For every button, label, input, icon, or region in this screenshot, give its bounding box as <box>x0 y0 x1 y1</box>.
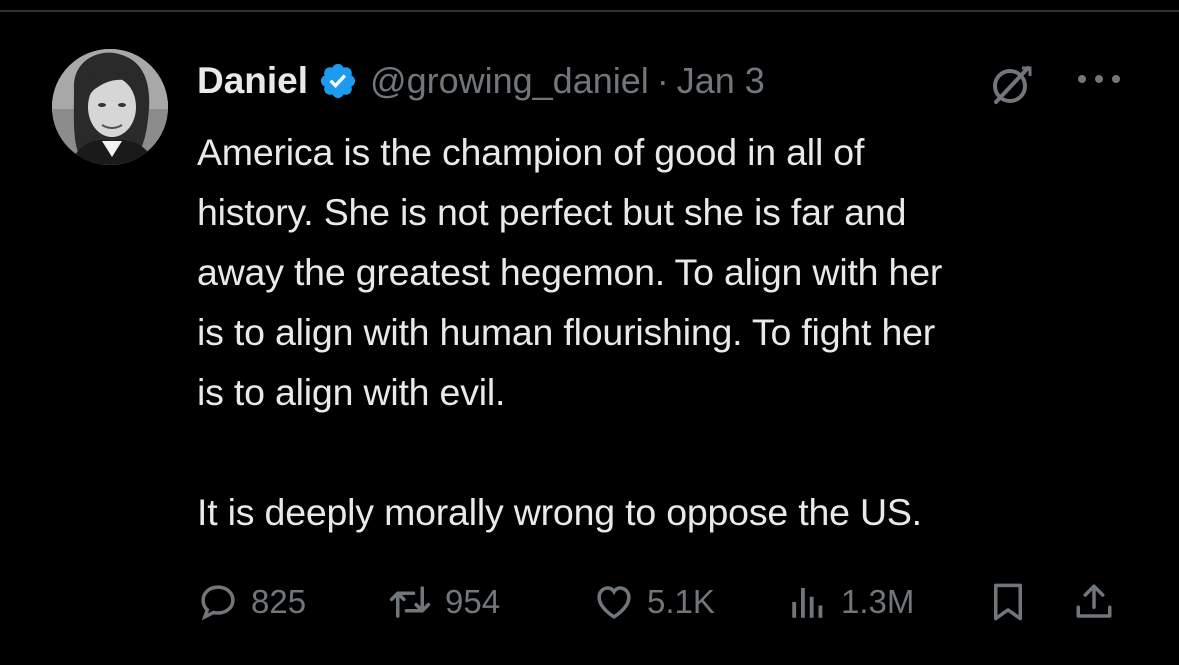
views-button[interactable]: 1.3M <box>787 577 914 627</box>
retweet-count: 954 <box>445 583 501 620</box>
reply-count: 825 <box>251 583 307 620</box>
author-handle[interactable]: @growing_daniel <box>370 60 649 102</box>
share-icon <box>1076 584 1112 618</box>
author-name[interactable]: Daniel <box>197 60 308 102</box>
views-count: 1.3M <box>841 583 915 620</box>
header-separator: · <box>656 60 669 101</box>
like-count: 5.1K <box>647 583 715 620</box>
reply-button[interactable]: 825 <box>197 577 306 627</box>
avatar-photo <box>52 49 168 165</box>
more-icon[interactable] <box>1074 64 1124 94</box>
retweet-icon <box>389 586 431 618</box>
views-icon <box>792 588 823 618</box>
tweet[interactable]: Daniel @growing_daniel · Jan 3 America i… <box>0 12 1179 665</box>
verified-badge-icon <box>318 61 358 101</box>
bookmark-button[interactable] <box>987 577 1029 627</box>
bookmark-icon <box>994 583 1022 621</box>
tweet-actions: 825 954 5.1K 1.3M <box>197 577 1137 627</box>
like-icon <box>597 586 631 619</box>
tweet-date[interactable]: Jan 3 <box>677 60 765 102</box>
tweet-header: Daniel @growing_daniel · Jan 3 <box>197 56 765 106</box>
share-button[interactable] <box>1073 577 1115 627</box>
like-button[interactable]: 5.1K <box>593 577 715 627</box>
grok-icon[interactable] <box>988 62 1034 108</box>
retweet-button[interactable]: 954 <box>387 577 500 627</box>
reply-icon <box>201 585 235 621</box>
avatar[interactable] <box>52 49 168 165</box>
tweet-text: America is the champion of good in all o… <box>197 131 943 533</box>
